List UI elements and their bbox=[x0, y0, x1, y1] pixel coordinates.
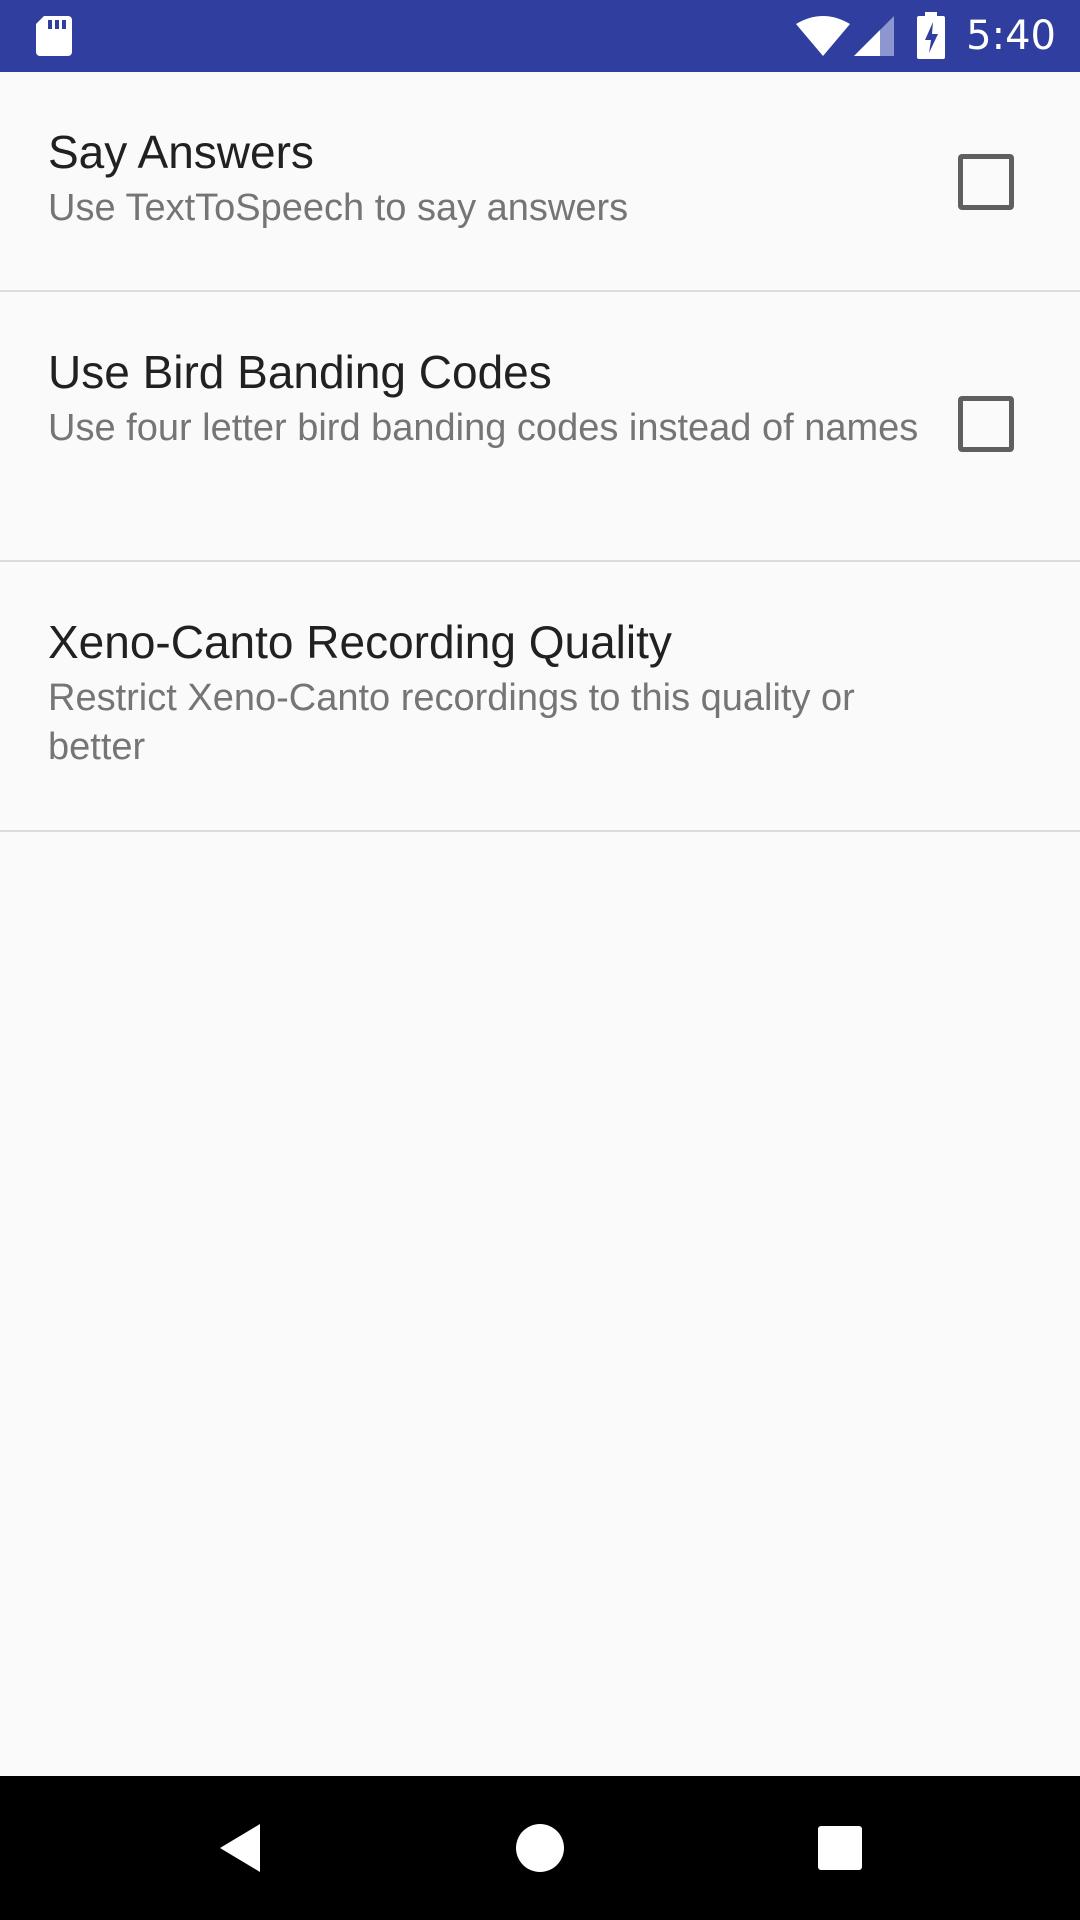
status-icons: 5:40 bbox=[794, 0, 1056, 72]
say-answers-checkbox[interactable] bbox=[958, 154, 1014, 210]
recents-button[interactable] bbox=[760, 1776, 920, 1920]
preference-summary: Restrict Xeno-Canto recordings to this q… bbox=[48, 677, 855, 768]
battery-charging-icon bbox=[917, 12, 946, 59]
preference-title: Say Answers bbox=[48, 126, 314, 178]
preference-text: Use Bird Banding Codes Use four letter b… bbox=[48, 344, 928, 453]
preference-text: Xeno-Canto Recording Quality Restrict Xe… bbox=[48, 614, 928, 772]
home-button[interactable] bbox=[460, 1776, 620, 1920]
preference-say-answers[interactable]: Say Answers Use TextToSpeech to say answ… bbox=[0, 72, 1080, 292]
preference-title: Use Bird Banding Codes bbox=[48, 346, 552, 398]
preference-text: Say Answers Use TextToSpeech to say answ… bbox=[48, 124, 928, 233]
home-icon bbox=[516, 1824, 564, 1872]
preference-summary: Use TextToSpeech to say answers bbox=[48, 187, 629, 229]
preference-bird-banding-codes[interactable]: Use Bird Banding Codes Use four letter b… bbox=[0, 292, 1080, 562]
status-time: 5:40 bbox=[966, 13, 1056, 59]
back-icon bbox=[220, 1824, 260, 1872]
preferences-list: Say Answers Use TextToSpeech to say answ… bbox=[0, 72, 1080, 832]
navigation-bar bbox=[0, 1776, 1080, 1920]
preference-summary: Use four letter bird banding codes inste… bbox=[48, 407, 919, 449]
back-button[interactable] bbox=[160, 1776, 320, 1920]
preference-recording-quality[interactable]: Xeno-Canto Recording Quality Restrict Xe… bbox=[0, 562, 1080, 832]
recents-icon bbox=[818, 1826, 862, 1870]
status-bar: 5:40 bbox=[0, 0, 1080, 72]
preference-title: Xeno-Canto Recording Quality bbox=[48, 616, 672, 668]
bird-banding-codes-checkbox[interactable] bbox=[958, 396, 1014, 452]
signal-icon bbox=[854, 16, 895, 56]
sd-card-icon bbox=[36, 16, 72, 56]
wifi-icon bbox=[796, 16, 851, 56]
